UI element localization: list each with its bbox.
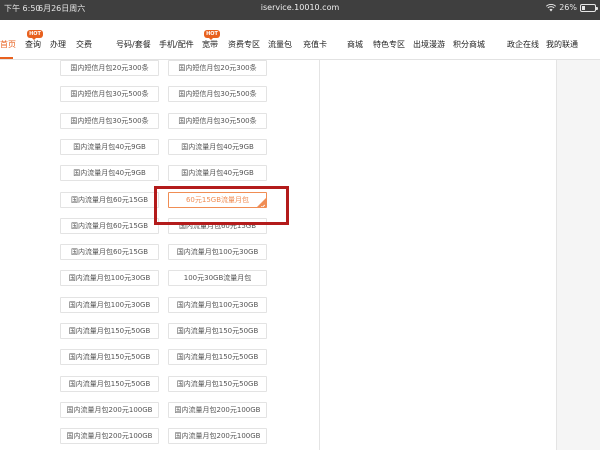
package-option-label: 国内流量月包60元15GB <box>70 222 149 230</box>
right-gutter <box>557 60 600 450</box>
package-option-label: 国内流量月包200元100GB <box>66 432 153 440</box>
nav-item-2[interactable]: 办理 <box>50 40 66 49</box>
package-option-label: 国内流量月包40元9GB <box>181 143 254 151</box>
package-option-label: 国内短信月包30元500条 <box>178 90 257 98</box>
package-option[interactable]: 国内短信月包30元500条 <box>60 113 159 129</box>
package-option-label: 100元30GB流量月包 <box>183 274 252 282</box>
package-option-label: 国内流量月包150元50GB <box>68 380 151 388</box>
battery-percent: 26% <box>559 3 577 12</box>
detail-panel <box>320 60 557 450</box>
package-option-label: 国内流量月包150元50GB <box>68 327 151 335</box>
battery-icon <box>580 3 598 12</box>
package-option[interactable]: 国内流量月包100元30GB <box>168 297 267 313</box>
nav-item-11[interactable]: 特色专区 <box>373 40 405 49</box>
content-area: 国内短信月包20元300条 国内短信月包30元500条 国内短信月包30元500条国… <box>0 60 600 450</box>
package-option-label: 国内流量月包150元50GB <box>176 327 259 335</box>
package-option-label: 国内流量月包200元100GB <box>174 406 261 414</box>
nav-item-13[interactable]: 积分商城 <box>453 40 485 49</box>
wifi-icon <box>546 3 557 12</box>
nav-item-10[interactable]: 商城 <box>347 40 363 49</box>
package-option-label: 国内流量月包100元30GB <box>68 301 151 309</box>
hot-badge: HOT <box>204 30 220 40</box>
package-option[interactable]: 国内流量月包150元50GB <box>60 323 159 339</box>
status-right: 26% <box>546 3 598 12</box>
package-option-label: 国内流量月包40元9GB <box>73 143 146 151</box>
nav-item-12[interactable]: 出境漫游 <box>413 40 445 49</box>
package-option[interactable]: 国内流量月包200元100GB <box>168 428 267 444</box>
package-option-label: 国内流量月包100元30GB <box>176 301 259 309</box>
package-option[interactable]: 国内流量月包100元30GB <box>168 244 267 260</box>
package-option[interactable]: 国内流量月包150元50GB <box>168 376 267 392</box>
status-bar: 下午 6:50 6月26日周六 iservice.10010.com 26% <box>0 0 600 20</box>
package-option-label: 国内短信月包30元500条 <box>178 117 257 125</box>
nav-item-1[interactable]: 查询 <box>25 40 41 49</box>
package-option[interactable]: 国内流量月包40元9GB <box>168 139 267 155</box>
package-option[interactable]: 国内流量月包40元9GB <box>60 165 159 181</box>
package-option[interactable]: 国内流量月包40元9GB <box>168 165 267 181</box>
nav-item-14[interactable]: 政企在线 <box>507 40 539 49</box>
package-option[interactable]: 国内流量月包150元50GB <box>60 349 159 365</box>
package-option[interactable]: 100元30GB流量月包 <box>168 270 267 286</box>
package-option[interactable]: 国内短信月包30元500条 <box>168 113 267 129</box>
package-list-panel: 国内短信月包20元300条 国内短信月包30元500条 国内短信月包30元500条国… <box>0 60 320 450</box>
main-nav: 首页 查询 HOT 办理 交费 号码/套餐 手机/配件 宽带 HOT 资费专区 流量包 充值卡 商城 特色… <box>0 20 600 60</box>
package-option[interactable]: 国内短信月包30元500条 <box>168 86 267 102</box>
package-option[interactable]: 国内流量月包60元15GB <box>60 218 159 234</box>
nav-item-9[interactable]: 充值卡 <box>303 40 327 49</box>
package-option[interactable]: 国内流量月包150元50GB <box>168 349 267 365</box>
package-option[interactable]: 国内流量月包200元100GB <box>168 402 267 418</box>
nav-active-underline <box>0 57 13 59</box>
nav-item-3[interactable]: 交费 <box>76 40 92 49</box>
package-option-label: 国内短信月包30元500条 <box>70 117 149 125</box>
package-option-label: 国内流量月包150元50GB <box>176 353 259 361</box>
package-option[interactable]: 国内短信月包30元500条 <box>60 86 159 102</box>
package-option-label: 国内流量月包100元30GB <box>68 274 151 282</box>
package-option-label: 国内流量月包40元9GB <box>73 169 146 177</box>
package-option-label: 国内流量月包200元100GB <box>174 432 261 440</box>
page: 下午 6:50 6月26日周六 iservice.10010.com 26% 首… <box>0 0 600 450</box>
package-option[interactable]: 国内流量月包100元30GB <box>60 297 159 313</box>
package-option-label: 国内流量月包60元15GB <box>70 248 149 256</box>
nav-item-8[interactable]: 流量包 <box>268 40 292 49</box>
nav-item-0[interactable]: 首页 <box>0 40 16 49</box>
package-option-label: 国内流量月包150元50GB <box>68 353 151 361</box>
package-option-label: 国内短信月包30元500条 <box>70 90 149 98</box>
nav-item-6[interactable]: 宽带 <box>202 40 218 49</box>
package-option[interactable]: 国内短信月包20元300条 <box>168 60 267 76</box>
package-option[interactable]: 国内流量月包150元50GB <box>60 376 159 392</box>
nav-item-15[interactable]: 我的联通 <box>546 40 578 49</box>
selection-highlight-box <box>154 186 289 225</box>
package-option[interactable]: 国内流量月包60元15GB <box>60 192 159 208</box>
nav-item-7[interactable]: 资费专区 <box>228 40 260 49</box>
hot-badge: HOT <box>27 30 43 40</box>
package-option-label: 国内流量月包100元30GB <box>176 248 259 256</box>
package-option[interactable]: 国内流量月包200元100GB <box>60 402 159 418</box>
package-option-label: 国内短信月包20元300条 <box>70 64 149 72</box>
package-option-label: 国内短信月包20元300条 <box>178 64 257 72</box>
package-option[interactable]: 国内流量月包100元30GB <box>60 270 159 286</box>
package-option[interactable]: 国内流量月包200元100GB <box>60 428 159 444</box>
package-option-label: 国内流量月包60元15GB <box>70 196 149 204</box>
nav-item-5[interactable]: 手机/配件 <box>159 40 194 49</box>
address-bar-url[interactable]: iservice.10010.com <box>0 3 600 12</box>
package-option[interactable]: 国内短信月包20元300条 <box>60 60 159 76</box>
package-option[interactable]: 国内流量月包40元9GB <box>60 139 159 155</box>
package-option-label: 国内流量月包40元9GB <box>181 169 254 177</box>
package-option-label: 国内流量月包150元50GB <box>176 380 259 388</box>
nav-item-4[interactable]: 号码/套餐 <box>116 40 151 49</box>
battery-fill <box>582 5 585 10</box>
package-option[interactable]: 国内流量月包150元50GB <box>168 323 267 339</box>
package-option[interactable]: 国内流量月包60元15GB <box>60 244 159 260</box>
package-option-label: 国内流量月包200元100GB <box>66 406 153 414</box>
